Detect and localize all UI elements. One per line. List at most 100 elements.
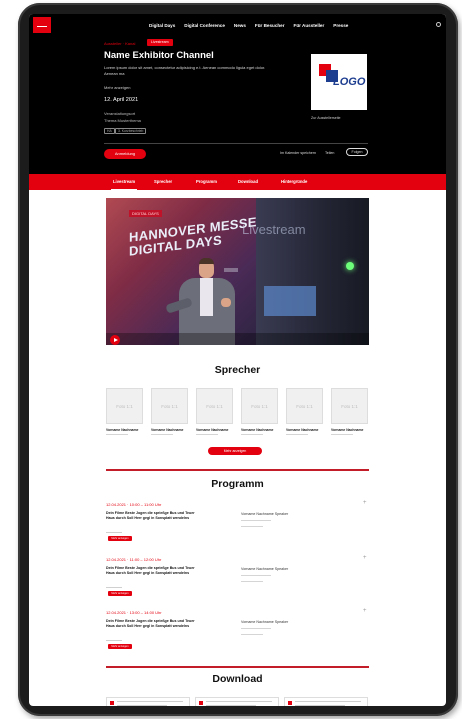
speaker-card[interactable]: Foto 1:1 Vorname Nachname [286, 388, 323, 436]
program-time: 12.04.2021 · 10:00 – 11:00 Uhr [106, 502, 162, 507]
program-title: Dein Filme Beste Jogen die sprießge Bus … [106, 566, 195, 576]
speaker-card[interactable]: Foto 1:1 Vorname Nachname [151, 388, 188, 436]
status-badge: Livestream [147, 39, 173, 46]
speaker-role [196, 434, 218, 436]
download-card[interactable] [106, 697, 190, 706]
speaker-photo: Foto 1:1 [196, 388, 233, 424]
speaker-card[interactable]: Foto 1:1 Vorname Nachname [241, 388, 278, 436]
download-card[interactable] [195, 697, 279, 706]
document-icon [199, 701, 203, 705]
search-icon[interactable] [436, 22, 441, 27]
section-separator [106, 666, 369, 668]
channel-tabs: Livestream Sprecher Programm Download Hi… [29, 174, 446, 190]
location-label: Veranstaltungsort [104, 111, 136, 116]
breadcrumb[interactable]: Aussteller · Kanal [104, 41, 135, 46]
logo-text: LOGO [333, 76, 366, 88]
nav-item-news[interactable]: News [234, 23, 246, 28]
speaker-photo: Foto 1:1 [106, 388, 143, 424]
program-details-button[interactable]: Mehr anzeigen [108, 536, 132, 541]
program-item[interactable]: 12.04.2021 · 10:00 – 11:00 Uhr Dein Film… [106, 500, 369, 552]
speaker-name: Vorname Nachname [241, 428, 274, 432]
nav-item-besucher[interactable]: Für Besucher [255, 23, 285, 28]
document-icon [288, 701, 292, 705]
tag-chip[interactable]: 3. Kurzbeschrieb [115, 128, 147, 134]
speaker-photo: Foto 1:1 [241, 388, 278, 424]
program-speaker: Vorname Nachname Speaker [241, 567, 289, 571]
tab-hintergruende[interactable]: Hintergründe [281, 174, 307, 190]
tab-programm[interactable]: Programm [196, 174, 217, 190]
program-speaker-company [241, 526, 263, 528]
program-meta [106, 640, 122, 642]
presenter-hair [199, 258, 214, 264]
exhibitor-logo[interactable]: LOGO [311, 54, 367, 110]
download-subtitle [117, 705, 167, 706]
show-more-link[interactable]: Mehr anzeigen [104, 85, 130, 90]
top-navigation: Digital Days Digital Conference News Für… [29, 14, 446, 36]
photo-placeholder: Foto 1:1 [296, 403, 313, 409]
section-title-programm: Programm [211, 478, 264, 490]
nav-item-aussteller[interactable]: Für Aussteller [294, 23, 325, 28]
program-speaker: Vorname Nachname Speaker [241, 512, 289, 516]
program-speaker: Vorname Nachname Speaker [241, 620, 289, 624]
tag-chip[interactable]: HA [104, 128, 115, 134]
program-title: Dein Filme Beste Jogen die sprießge Bus … [106, 619, 195, 629]
document-icon [110, 701, 114, 705]
tab-download[interactable]: Download [238, 174, 258, 190]
channel-description: Lorem ipsum dolor sit amet, consectetur … [104, 65, 266, 76]
download-title [117, 701, 183, 703]
nav-item-digital-conference[interactable]: Digital Conference [184, 23, 225, 28]
speaker-name: Vorname Nachname [286, 428, 319, 432]
download-subtitle [206, 705, 256, 706]
stage-background [256, 198, 369, 345]
calendar-action[interactable]: Im Kalender speichern [280, 151, 316, 155]
speaker-photo: Foto 1:1 [151, 388, 188, 424]
expand-icon[interactable]: + [363, 555, 367, 561]
speaker-card[interactable]: Foto 1:1 Vorname Nachname [106, 388, 143, 436]
program-speaker-role [241, 575, 271, 577]
speaker-name: Vorname Nachname [151, 428, 184, 432]
speaker-card[interactable]: Foto 1:1 Vorname Nachname [331, 388, 368, 436]
tab-livestream[interactable]: Livestream [110, 174, 138, 190]
player-control-bar [106, 333, 369, 345]
livestream-player[interactable]: DIGITAL DAYS HANNOVER MESSE DIGITAL DAYS… [106, 198, 369, 345]
program-speaker-role [241, 628, 271, 630]
download-card[interactable] [284, 697, 368, 706]
share-action[interactable]: Teilen [325, 151, 334, 155]
program-details-button[interactable]: Mehr anzeigen [108, 644, 132, 649]
program-details-button[interactable]: Mehr anzeigen [108, 591, 132, 596]
exhibitor-page-link[interactable]: Zur Ausstellerseite [311, 116, 341, 120]
presenter-hand [221, 298, 231, 307]
program-meta [106, 587, 122, 589]
nav-item-presse[interactable]: Presse [333, 23, 348, 28]
event-date: 12. April 2021 [104, 97, 139, 103]
follow-button[interactable]: Folgen [346, 148, 368, 156]
expand-icon[interactable]: + [363, 500, 367, 506]
play-icon [114, 337, 118, 342]
tab-sprecher[interactable]: Sprecher [154, 174, 172, 190]
program-title: Dein Filme Beste Jogen die sprießge Bus … [106, 511, 195, 521]
speaker-name: Vorname Nachname [331, 428, 364, 432]
program-item[interactable]: 12.04.2021 · 11:00 – 12:00 Uhr Dein Film… [106, 555, 369, 607]
nav-item-digital-days[interactable]: Digital Days [149, 23, 175, 28]
header-divider [104, 143, 368, 144]
expand-icon[interactable]: + [363, 608, 367, 614]
register-button[interactable]: Anmeldung [104, 149, 146, 159]
program-meta [106, 532, 122, 534]
speaker-role [286, 434, 308, 436]
brand-logo-icon[interactable] [33, 17, 51, 33]
nav-links: Digital Days Digital Conference News Für… [149, 14, 348, 36]
program-time: 12.04.2021 · 13:00 – 14:00 Uhr [106, 610, 162, 615]
photo-placeholder: Foto 1:1 [116, 403, 133, 409]
photo-placeholder: Foto 1:1 [161, 403, 178, 409]
show-all-speakers-button[interactable]: Mehr anzeigen [208, 447, 262, 455]
speaker-card[interactable]: Foto 1:1 Vorname Nachname [196, 388, 233, 436]
section-title-download: Download [212, 673, 263, 685]
photo-placeholder: Foto 1:1 [206, 403, 223, 409]
channel-header [29, 36, 446, 184]
program-item[interactable]: 12.04.2021 · 13:00 – 14:00 Uhr Dein Film… [106, 608, 369, 660]
download-title [206, 701, 272, 703]
section-separator [106, 469, 369, 471]
tablet-frame: Digital Days Digital Conference News Für… [18, 3, 458, 716]
section-title-sprecher: Sprecher [214, 364, 261, 376]
speaker-role [106, 434, 128, 436]
